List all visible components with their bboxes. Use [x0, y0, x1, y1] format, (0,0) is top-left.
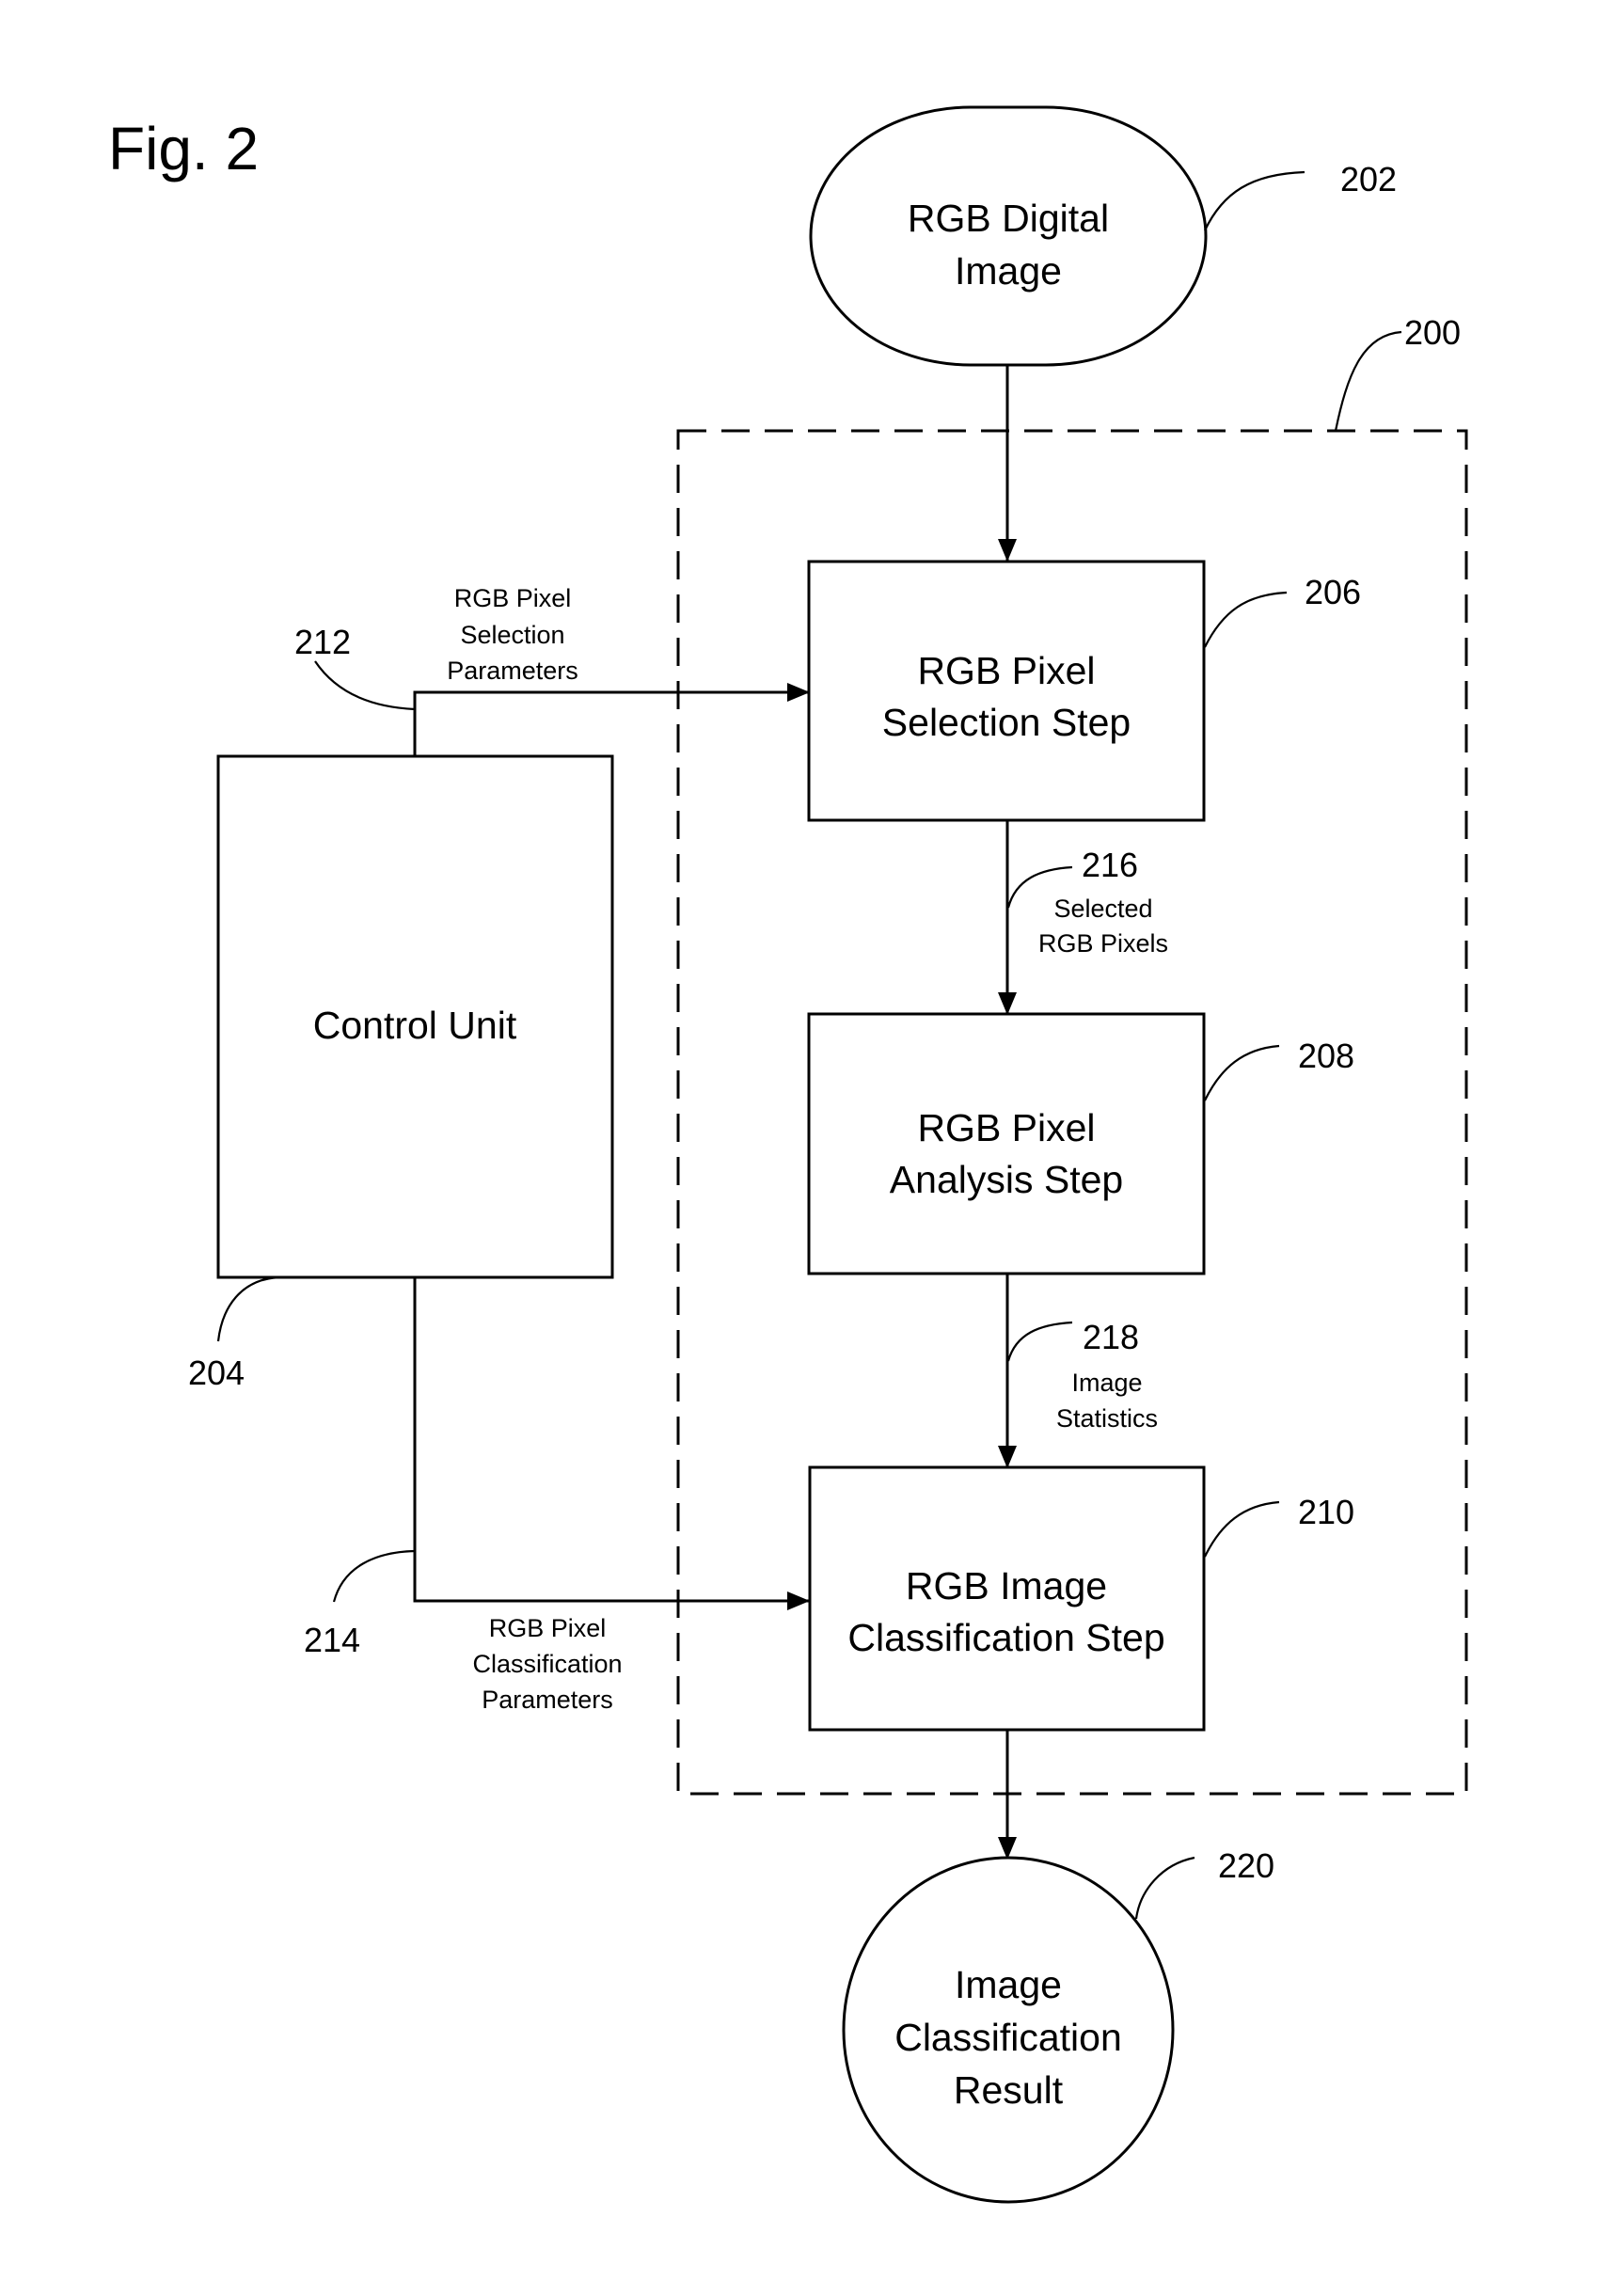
- selection-params-label-line2: Selection: [460, 621, 564, 649]
- analysis-step-label-line2: Analysis Step: [890, 1158, 1123, 1201]
- classification-params-label-line2: Classification: [472, 1650, 622, 1678]
- result-ref: 220: [1218, 1846, 1274, 1885]
- selected-pixels-label-line2: RGB Pixels: [1038, 929, 1168, 958]
- classification-params-label-line1: RGB Pixel: [489, 1614, 607, 1642]
- classification-params-ref: 214: [304, 1621, 360, 1659]
- node-selection-step: RGB Pixel Selection Step: [807, 560, 1206, 822]
- classification-params-leader: [332, 1549, 416, 1603]
- image-statistics-label-line2: Statistics: [1056, 1404, 1158, 1433]
- result-label-line1: Image: [955, 1963, 1062, 2006]
- selection-params-leader: [314, 660, 416, 711]
- result-label-line3: Result: [954, 2068, 1064, 2112]
- selection-params-ref: 212: [294, 623, 351, 661]
- input-image-ref: 202: [1340, 160, 1397, 198]
- selected-pixels-label-line1: Selected: [1053, 895, 1152, 923]
- analysis-step-leader: [1204, 1044, 1280, 1101]
- flowchart-diagram: Fig. 2 200 RGB Digital Image 202 Control…: [108, 105, 1468, 2204]
- classification-step-label-line2: Classification Step: [847, 1616, 1164, 1659]
- boundary-ref: 200: [1404, 313, 1461, 352]
- node-control-unit: Control Unit: [216, 754, 614, 1279]
- input-image-leader: [1204, 170, 1305, 231]
- selection-step-ref: 206: [1305, 573, 1361, 611]
- input-image-label-line2: Image: [955, 249, 1062, 293]
- node-analysis-step: RGB Pixel Analysis Step: [807, 1012, 1206, 1275]
- node-classification-step: RGB Image Classification Step: [808, 1465, 1206, 1732]
- selection-params-label-line1: RGB Pixel: [454, 584, 572, 612]
- input-image-label-line1: RGB Digital: [908, 197, 1109, 240]
- figure-title: Fig. 2: [108, 115, 259, 182]
- classification-params-label-line3: Parameters: [482, 1686, 613, 1714]
- result-leader: [1134, 1856, 1195, 1920]
- image-statistics-leader: [1006, 1321, 1073, 1362]
- selected-pixels-ref: 216: [1082, 846, 1138, 884]
- node-result: Image Classification Result: [842, 1856, 1175, 2204]
- control-unit-label: Control Unit: [313, 1004, 517, 1047]
- classification-step-label-line1: RGB Image: [906, 1564, 1107, 1607]
- arrow-classification-params: [413, 1277, 810, 1610]
- image-statistics-ref: 218: [1083, 1318, 1139, 1356]
- control-unit-ref: 204: [188, 1354, 245, 1392]
- image-statistics-label-line1: Image: [1071, 1369, 1142, 1397]
- analysis-step-ref: 208: [1298, 1037, 1354, 1075]
- selection-step-leader: [1204, 591, 1288, 648]
- classification-step-ref: 210: [1298, 1493, 1354, 1531]
- selection-step-label-line2: Selection Step: [882, 701, 1131, 744]
- selection-params-label-line3: Parameters: [447, 657, 578, 685]
- result-label-line2: Classification: [894, 2016, 1122, 2059]
- boundary-leader: [1334, 330, 1402, 432]
- control-unit-leader: [216, 1275, 280, 1342]
- analysis-step-label-line1: RGB Pixel: [917, 1106, 1095, 1149]
- node-input-image: RGB Digital Image: [809, 105, 1208, 367]
- classification-step-leader: [1204, 1500, 1280, 1558]
- arrow-selection-params: [413, 683, 810, 756]
- selection-step-label-line1: RGB Pixel: [917, 649, 1095, 692]
